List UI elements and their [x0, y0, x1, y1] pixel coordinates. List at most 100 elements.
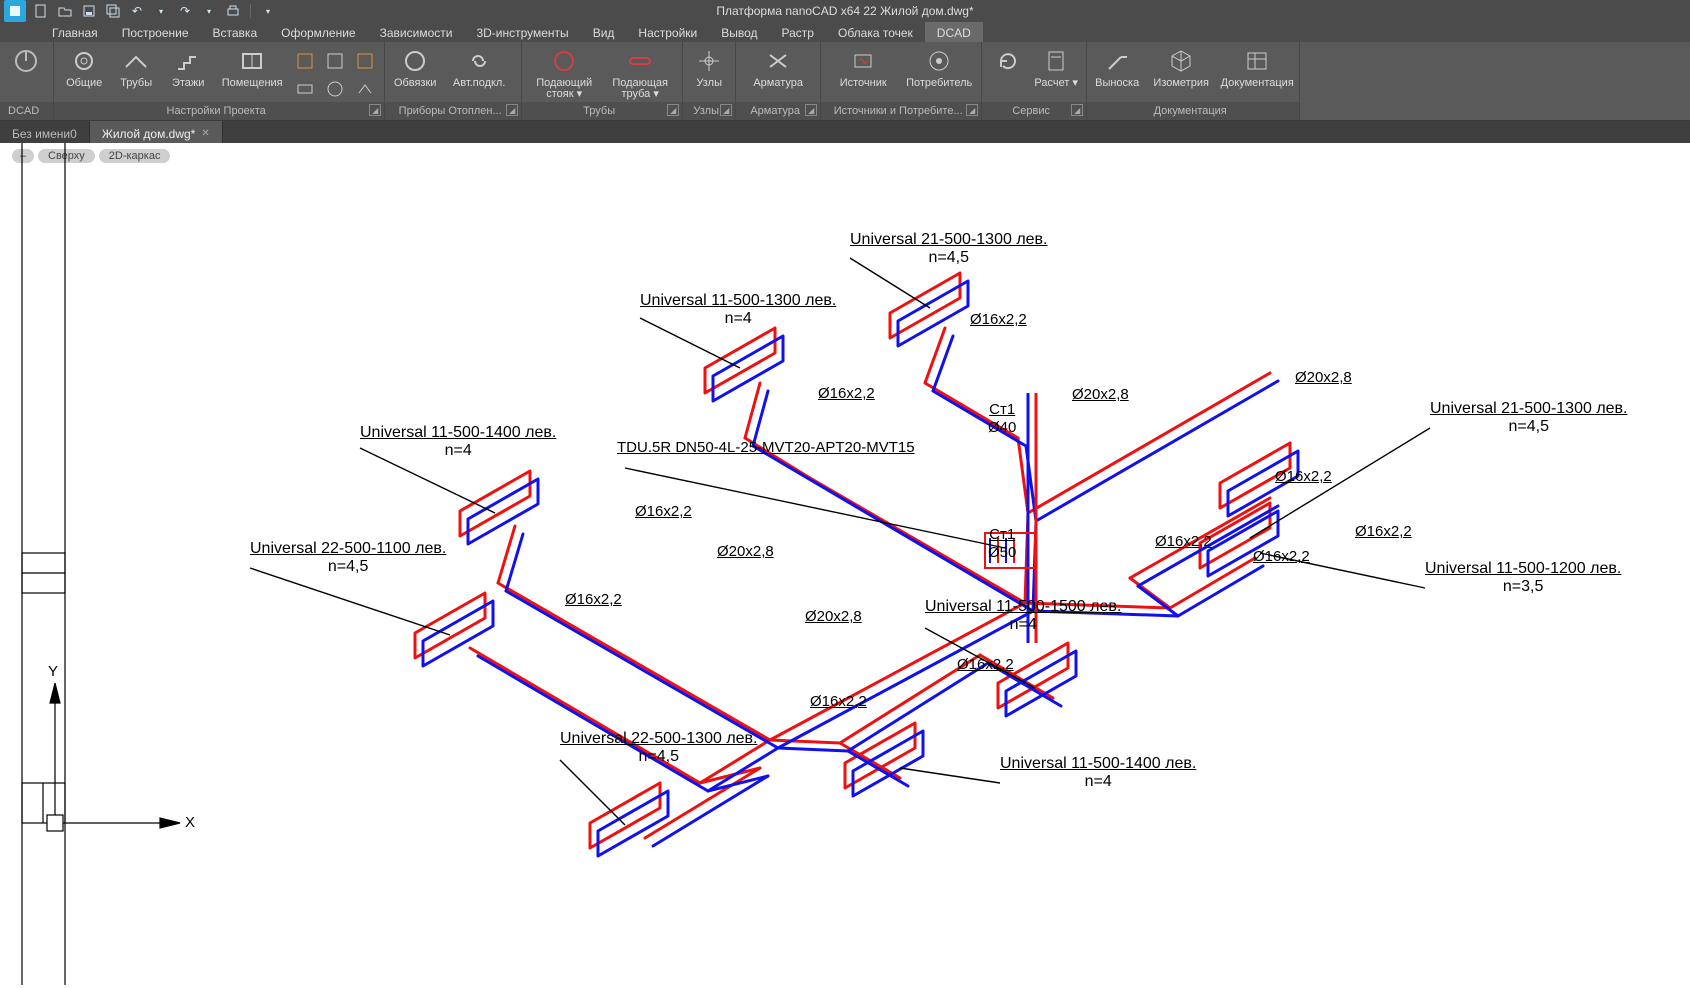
- label-tdu: TDU.5R DN50-4L-25-MVT20-APT20-MVT15: [617, 439, 915, 457]
- tab-output[interactable]: Вывод: [709, 22, 769, 42]
- tab-3d[interactable]: 3D-инструменты: [464, 22, 580, 42]
- floors-button[interactable]: Этажи: [164, 46, 212, 100]
- bindings-button[interactable]: Обвязки: [391, 46, 439, 100]
- label-u11-1200: Universal 11-500-1200 лев.n=3,5: [1425, 560, 1621, 596]
- qat-separator: [250, 4, 251, 18]
- label-d16-6: Ø16x2,2: [957, 656, 1014, 674]
- dialog-launcher-icon[interactable]: ◢: [369, 104, 381, 116]
- qat-new-icon[interactable]: [32, 2, 50, 20]
- nodes-button[interactable]: Узлы: [689, 46, 729, 100]
- label-u11-1500: Universal 11-500-1500 лев.n=4: [925, 598, 1121, 634]
- ribbon-group-dcad-label: DCAD: [8, 105, 39, 117]
- document-tabs: Без имени0 Жилой дом.dwg*✕: [0, 121, 1690, 143]
- refresh-icon: [993, 46, 1023, 76]
- riser-button[interactable]: Подающий стояк ▾: [528, 46, 600, 100]
- tab-format[interactable]: Оформление: [269, 22, 367, 42]
- pipes-settings-button[interactable]: Трубы: [112, 46, 160, 100]
- autoconn-button[interactable]: Авт.подкл.: [443, 46, 515, 100]
- qat-redo-menu-icon[interactable]: ▾: [200, 2, 218, 20]
- tab-constraints[interactable]: Зависимости: [368, 22, 465, 42]
- label-u11-1400-b: Universal 11-500-1400 лев.n=4: [1000, 755, 1196, 791]
- label-d20-1: Ø20x2,8: [717, 543, 774, 561]
- calculator-icon: [1041, 46, 1071, 76]
- gear-icon: [69, 46, 99, 76]
- rooms-button[interactable]: Помещения: [216, 46, 288, 100]
- dcad-power-button[interactable]: [6, 46, 46, 100]
- label-d20-2: Ø20x2,8: [805, 608, 862, 626]
- fittings-button[interactable]: Арматура: [742, 46, 814, 100]
- label-d16-4: Ø16x2,2: [565, 591, 622, 609]
- doc-tab-untitled[interactable]: Без имени0: [0, 121, 90, 143]
- drawing-canvas[interactable]: – Сверху 2D-каркас: [0, 143, 1690, 985]
- ribbon-group-source-consumer: Источник Потребитель Источники и Потреби…: [821, 42, 982, 120]
- qat-customize-icon[interactable]: ▾: [259, 2, 277, 20]
- dialog-launcher-icon[interactable]: ◢: [506, 104, 518, 116]
- mini-btn-3[interactable]: [322, 48, 348, 74]
- quick-access-toolbar: ↶ ▾ ↷ ▾ ▾: [0, 0, 277, 22]
- label-d16-8: Ø16x2,2: [1275, 468, 1332, 486]
- label-d16-10: Ø16x2,2: [1355, 523, 1412, 541]
- label-st1-40: Ст1Ø40: [988, 401, 1016, 437]
- close-icon[interactable]: ✕: [201, 128, 209, 139]
- tab-pointclouds[interactable]: Облака точек: [826, 22, 925, 42]
- isometry-button[interactable]: Изометрия: [1145, 46, 1217, 100]
- refresh-button[interactable]: [988, 46, 1028, 100]
- table-icon: [1242, 46, 1272, 76]
- mini-btn-4[interactable]: [322, 76, 348, 102]
- title-bar: ↶ ▾ ↷ ▾ ▾ Платформа nanoCAD x64 22 Жилой…: [0, 0, 1690, 22]
- docs-button[interactable]: Документация: [1221, 46, 1293, 100]
- qat-save-icon[interactable]: [80, 2, 98, 20]
- room-icon: [237, 46, 267, 76]
- label-u22-1100: Universal 22-500-1100 лев.n=4,5: [250, 540, 446, 576]
- label-d16-1: Ø16x2,2: [970, 311, 1027, 329]
- consumer-button[interactable]: Потребитель: [903, 46, 975, 100]
- general-button[interactable]: Общие: [60, 46, 108, 100]
- qat-undo-menu-icon[interactable]: ▾: [152, 2, 170, 20]
- tab-view[interactable]: Вид: [581, 22, 627, 42]
- dialog-launcher-icon[interactable]: ◢: [1071, 104, 1083, 116]
- ribbon-group-heating-devices: Обвязки Авт.подкл. Приборы Отоплен...◢: [385, 42, 522, 120]
- label-u22-1300: Universal 22-500-1300 лев.n=4,5: [560, 730, 758, 766]
- dialog-launcher-icon[interactable]: ◢: [667, 104, 679, 116]
- mini-btn-6[interactable]: [352, 76, 378, 102]
- ribbon-group-docs-label: Документация: [1154, 105, 1227, 117]
- ribbon-group-pipes: Подающий стояк ▾ Подающая труба ▾ Трубы ◢: [522, 42, 683, 120]
- dialog-launcher-icon[interactable]: ◢: [720, 104, 732, 116]
- dialog-launcher-icon[interactable]: ◢: [966, 104, 978, 116]
- pipes-icon: [121, 46, 151, 76]
- mini-btn-5[interactable]: [352, 48, 378, 74]
- link-icon: [464, 46, 494, 76]
- dialog-launcher-icon[interactable]: ◢: [805, 104, 817, 116]
- qat-undo-icon[interactable]: ↶: [128, 2, 146, 20]
- tab-insert[interactable]: Вставка: [201, 22, 270, 42]
- app-icon[interactable]: [4, 0, 26, 22]
- ribbon-group-pipes-label: Трубы: [583, 105, 615, 117]
- label-u21-1300-b: Universal 21-500-1300 лев.n=4,5: [1430, 400, 1628, 436]
- qat-saveall-icon[interactable]: [104, 2, 122, 20]
- tab-main[interactable]: Главная: [40, 22, 110, 42]
- axis-x-label: X: [185, 814, 195, 832]
- source-button[interactable]: Источник: [827, 46, 899, 100]
- ribbon-group-fittings-label: Арматура: [750, 105, 800, 117]
- ribbon-group-project-label: Настройки Проекта: [167, 105, 266, 117]
- pipe-button[interactable]: Подающая труба ▾: [604, 46, 676, 100]
- mini-btn-2[interactable]: [292, 76, 318, 102]
- qat-open-icon[interactable]: [56, 2, 74, 20]
- tab-settings[interactable]: Настройки: [626, 22, 709, 42]
- qat-print-icon[interactable]: [224, 2, 242, 20]
- label-d16-2: Ø16x2,2: [818, 385, 875, 403]
- leader-button[interactable]: Выноска: [1093, 46, 1141, 100]
- tab-dcad[interactable]: DCAD: [925, 22, 983, 42]
- doc-tab-house[interactable]: Жилой дом.dwg*✕: [90, 121, 223, 143]
- label-d20-3: Ø20x2,8: [1072, 386, 1129, 404]
- calc-button[interactable]: Расчет ▾: [1032, 46, 1080, 100]
- tab-build[interactable]: Построение: [110, 22, 201, 42]
- qat-redo-icon[interactable]: ↷: [176, 2, 194, 20]
- mini-btn-1[interactable]: [292, 48, 318, 74]
- project-mini-col: [292, 48, 318, 102]
- riser-icon: [549, 46, 579, 76]
- consumer-icon: [924, 46, 954, 76]
- label-d20-4: Ø20x2,8: [1295, 369, 1352, 387]
- tab-raster[interactable]: Растр: [770, 22, 826, 42]
- axis-y-label: Y: [48, 663, 58, 681]
